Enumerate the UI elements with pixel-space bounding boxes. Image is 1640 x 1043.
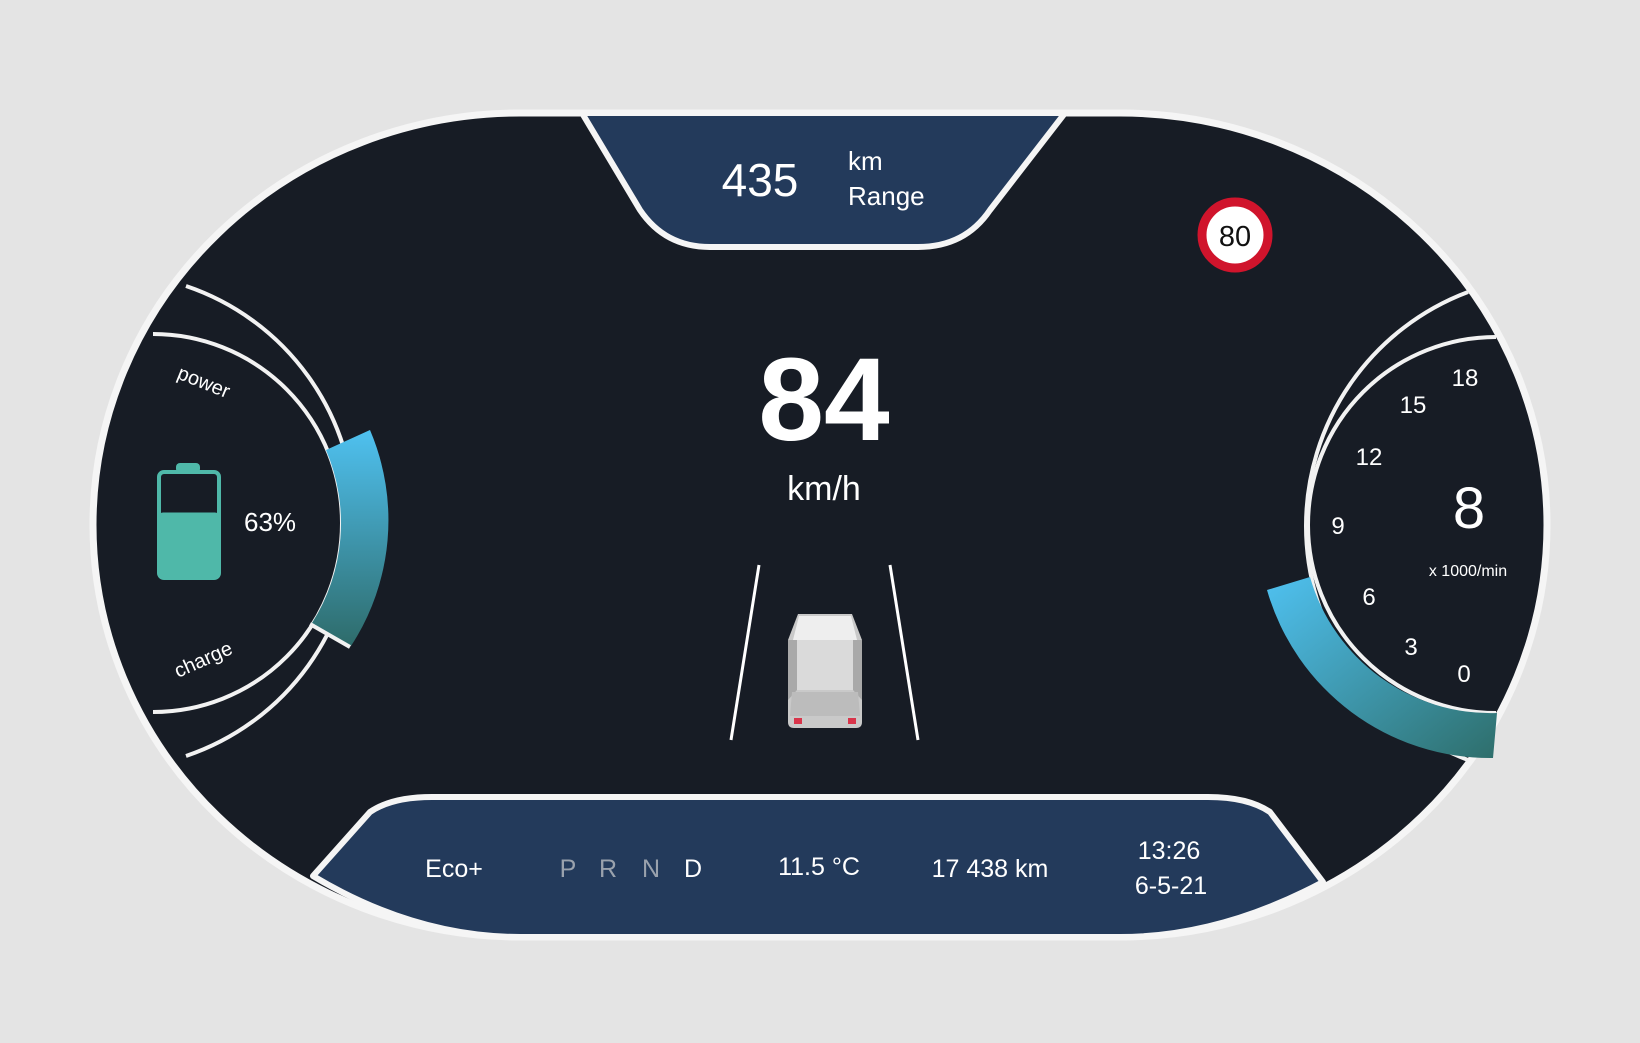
tacho-tick-6: 6 — [1362, 584, 1375, 611]
tacho-tick-12: 12 — [1356, 444, 1383, 471]
speed-unit: km/h — [787, 470, 861, 508]
gear-r[interactable]: R — [599, 855, 617, 883]
speed-limit-sign-icon: 80 — [1197, 197, 1273, 273]
gear-d[interactable]: D — [684, 855, 702, 883]
tacho-tick-9: 9 — [1331, 513, 1344, 540]
outside-temperature: 11.5 °C — [778, 853, 860, 881]
speed-value: 84 — [758, 334, 889, 466]
odometer: 17 438 km — [932, 855, 1049, 883]
clock-date: 6-5-21 — [1135, 872, 1207, 900]
car-icon — [788, 614, 862, 728]
drive-mode[interactable]: Eco+ — [425, 855, 483, 883]
instrument-cluster: power charge 63% 435 km Range 84 km/h 80 — [89, 109, 1551, 941]
tacho-tick-3: 3 — [1404, 634, 1417, 661]
range-unit: km — [848, 146, 883, 176]
gear-n[interactable]: N — [642, 855, 660, 883]
range-label: Range — [848, 181, 925, 211]
tacho-value: 8 — [1453, 476, 1485, 541]
tacho-tick-15: 15 — [1400, 392, 1427, 419]
battery-percent: 63% — [244, 507, 296, 537]
tacho-tick-18: 18 — [1452, 365, 1479, 392]
tacho-tick-0: 0 — [1457, 661, 1470, 688]
range-value: 435 — [722, 154, 799, 206]
tacho-unit: x 1000/min — [1429, 563, 1507, 580]
clock-time: 13:26 — [1138, 837, 1201, 865]
gear-p[interactable]: P — [560, 855, 577, 883]
speed-limit-value: 80 — [1219, 221, 1251, 253]
